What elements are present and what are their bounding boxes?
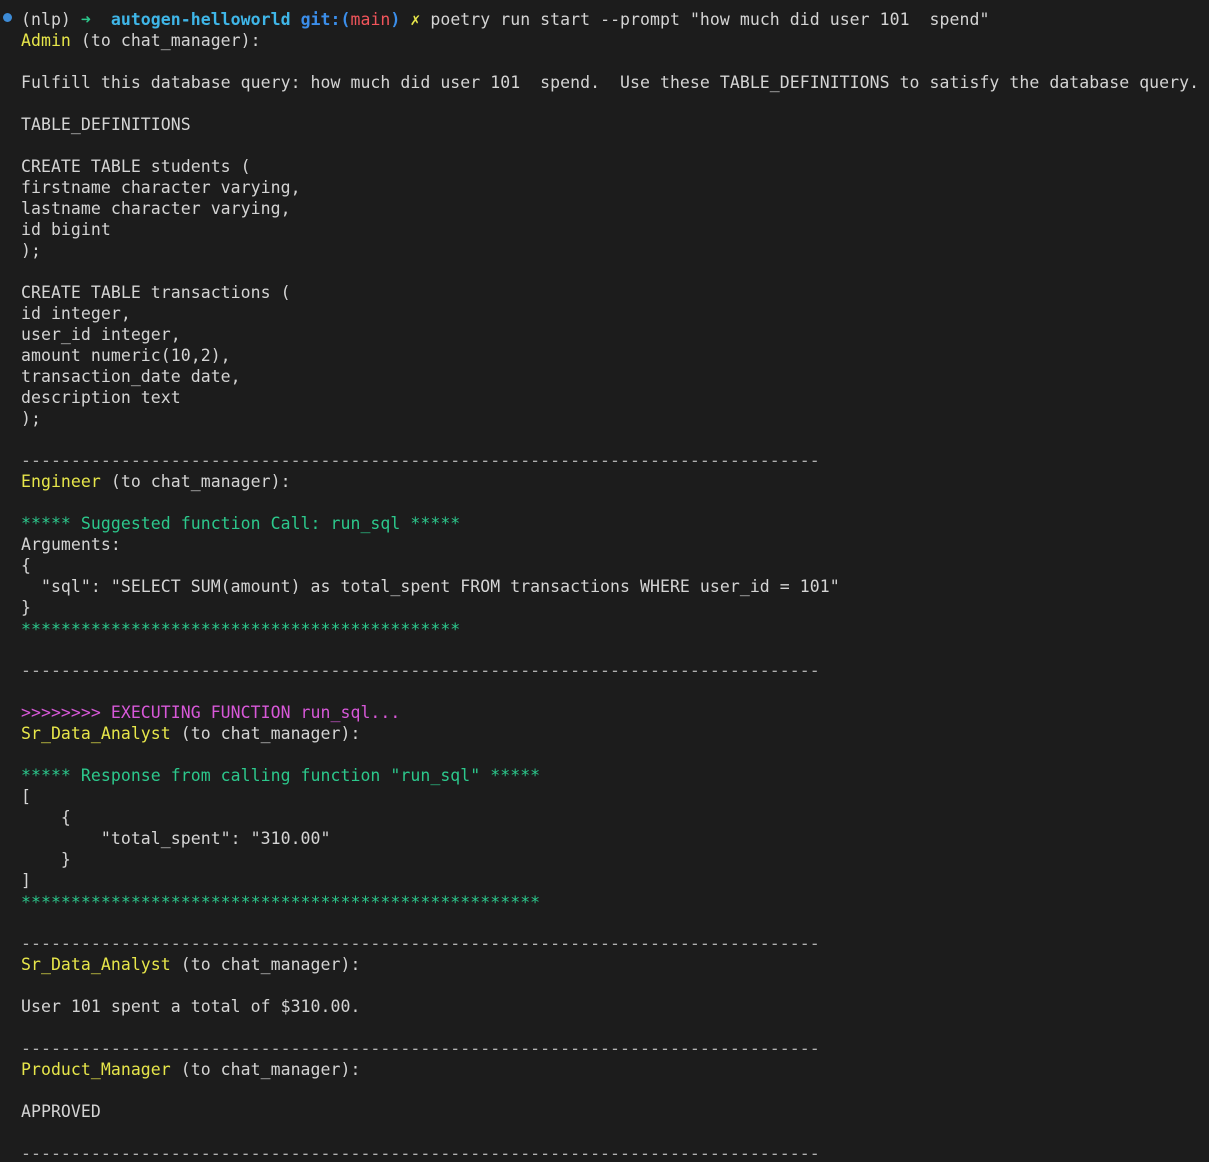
git-suffix: ) [390,10,401,29]
suggested-function-call: ***** Suggested function Call: run_sql *… [21,514,461,533]
students-table-line: ); [21,241,41,260]
students-table-line: firstname character varying, [21,178,301,197]
git-prefix: git:( [300,10,351,29]
transactions-table-line: ); [21,409,41,428]
sql-argument: "sql": "SELECT SUM(amount) as total_spen… [21,577,840,596]
analyst-header: Sr_Data_Analyst (to chat_manager): [21,723,360,744]
recipient-label: (to chat_manager): [180,955,361,974]
product-manager-message: APPROVED [21,1102,101,1121]
arguments-open-brace: { [21,556,31,575]
git-dirty-icon: ✗ [410,10,421,29]
transactions-table-line: CREATE TABLE transactions ( [21,283,291,302]
executing-function-line: >>>>>>>> EXECUTING FUNCTION run_sql... [21,703,401,722]
message-separator: ----------------------------------------… [21,934,820,953]
function-response-stars: ****************************************… [21,893,541,912]
students-table-line: id bigint [21,220,111,239]
prompt-arrow-icon: ➜ [80,10,91,29]
product-manager-header: Product_Manager (to chat_manager): [21,1059,360,1080]
response-line: "total_spent": "310.00" [21,829,331,848]
message-separator: ----------------------------------------… [21,1039,820,1058]
transactions-table-line: amount numeric(10,2), [21,346,231,365]
recipient-label: (to chat_manager): [110,472,291,491]
response-line: } [21,850,71,869]
response-line: ] [21,871,31,890]
engineer-header: Engineer (to chat_manager): [21,471,291,492]
function-call-stars: ****************************************… [21,620,461,639]
recipient-label: (to chat_manager): [180,724,361,743]
admin-query-line: Fulfill this database query: how much di… [21,73,1200,92]
table-definitions-label: TABLE_DEFINITIONS [21,115,191,134]
message-separator: ----------------------------------------… [21,661,820,680]
admin-header: Admin (to chat_manager): [21,30,261,51]
response-line: [ [21,787,31,806]
speaker-admin: Admin [21,31,71,50]
git-branch: main [350,10,391,29]
status-dot-icon [3,13,12,22]
transactions-table-line: id integer, [21,304,131,323]
analyst-reply-message: User 101 spent a total of $310.00. [21,997,361,1016]
conda-env: (nlp) [21,10,71,29]
students-table-line: lastname character varying, [21,199,291,218]
speaker-sr-data-analyst: Sr_Data_Analyst [21,724,171,743]
arguments-label: Arguments: [21,535,121,554]
speaker-engineer: Engineer [21,472,101,491]
message-separator: ----------------------------------------… [21,1144,820,1162]
recipient-label: (to chat_manager): [80,31,261,50]
function-response-header: ***** Response from calling function "ru… [21,766,541,785]
transactions-table-line: user_id integer, [21,325,181,344]
message-separator: ----------------------------------------… [21,451,820,470]
top-separator: ----------------------------------------… [21,0,816,7]
shell-command: poetry run start --prompt "how much did … [430,10,990,29]
analyst-reply-header: Sr_Data_Analyst (to chat_manager): [21,954,360,975]
transactions-table-line: description text [21,388,181,407]
recipient-label: (to chat_manager): [180,1060,361,1079]
arguments-close-brace: } [21,598,31,617]
shell-prompt-line: (nlp) ➜ autogen-helloworld git:(main) ✗ … [21,9,989,30]
students-table-line: CREATE TABLE students ( [21,157,251,176]
response-line: { [21,808,71,827]
current-directory: autogen-helloworld [110,10,291,29]
speaker-product-manager: Product_Manager [21,1060,171,1079]
speaker-sr-data-analyst: Sr_Data_Analyst [21,955,171,974]
transactions-table-line: transaction_date date, [21,367,241,386]
terminal-window[interactable]: ----------------------------------------… [0,0,1209,1162]
